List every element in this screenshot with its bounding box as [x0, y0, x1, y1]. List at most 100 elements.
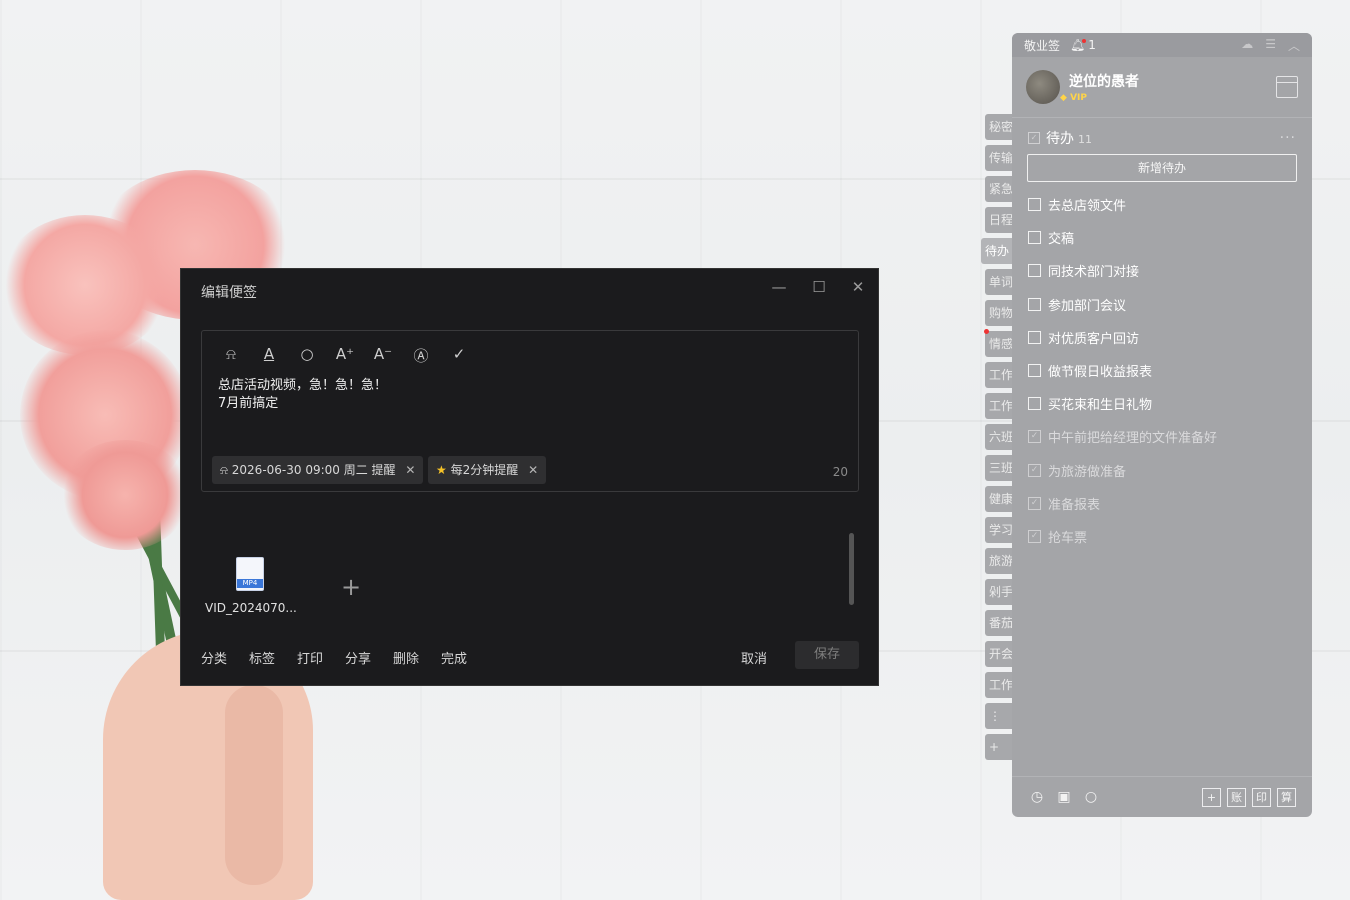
add-todo-button[interactable]: 新增待办 [1027, 154, 1297, 182]
reminder-chip[interactable]: ⍾ 2026-06-30 09:00 周二 提醒 ✕ [212, 456, 424, 484]
search-icon[interactable]: ○ [1082, 788, 1100, 806]
todo-text: 做节假日收益报表 [1048, 365, 1153, 381]
todo-text: 准备报表 [1048, 497, 1101, 513]
calendar-icon[interactable] [1276, 76, 1298, 98]
format-clear-icon[interactable]: Ⓐ [410, 345, 432, 366]
tab-3[interactable]: 日程 [985, 207, 1012, 233]
todo-checkbox[interactable] [1028, 330, 1041, 344]
action-button-2[interactable]: 打印 [297, 648, 323, 667]
section-title: 待办 [1046, 131, 1074, 147]
todo-item[interactable]: 去总店领文件 [1012, 188, 1312, 221]
bottom-tool-button[interactable]: 算 [1277, 787, 1296, 807]
app-name: 敬业签 [1024, 38, 1061, 53]
todo-item[interactable]: 对优质客户回访 [1012, 321, 1312, 354]
scrollbar[interactable] [849, 533, 854, 605]
maximize-button[interactable]: ☐ [809, 278, 829, 296]
bottom-tool-button[interactable]: + [1202, 787, 1221, 807]
tab-16[interactable]: 番茄 [985, 610, 1012, 636]
minimize-button[interactable]: — [769, 278, 789, 296]
action-button-1[interactable]: 标签 [249, 648, 275, 667]
cancel-button[interactable]: 取消 [741, 648, 767, 667]
save-button[interactable]: 保存 [795, 641, 859, 669]
add-attachment-button[interactable]: + [341, 573, 361, 601]
bottom-tool-button[interactable]: 印 [1252, 787, 1271, 807]
bottom-tool-buttons: + 账印算 [1202, 787, 1296, 807]
font-color-icon[interactable]: A [258, 345, 280, 363]
todo-checkbox[interactable]: ✓ [1028, 430, 1041, 444]
note-editor-area[interactable]: ⍾ A ○ A⁺ A⁻ Ⓐ ✓ 总店活动视频，急！急！急！ 7月前搞定 ⍾ 20… [201, 330, 859, 492]
tab-20[interactable]: + [985, 734, 1012, 760]
action-button-5[interactable]: 完成 [441, 648, 467, 667]
todo-checkbox[interactable] [1028, 364, 1041, 378]
tab-5[interactable]: 单词 [985, 269, 1012, 295]
tab-0[interactable]: 秘密 [985, 114, 1012, 140]
tab-18[interactable]: 工作 [985, 672, 1012, 698]
todo-item[interactable]: 买花束和生日礼物 [1012, 387, 1312, 420]
tab-17[interactable]: 开会 [985, 641, 1012, 667]
star-icon: ★ [436, 463, 447, 477]
todo-item[interactable]: 交稿 [1012, 221, 1312, 254]
todo-checkbox[interactable] [1028, 198, 1041, 212]
todo-item[interactable]: ✓ 准备报表 [1012, 487, 1312, 520]
note-content[interactable]: 总店活动视频，急！急！急！ 7月前搞定 [218, 377, 387, 413]
tab-8[interactable]: 工作 [985, 362, 1012, 388]
user-profile[interactable]: 逆位的愚者 ◆ VIP [1012, 57, 1312, 118]
remove-repeat-icon[interactable]: ✕ [528, 463, 538, 477]
archive-icon[interactable]: ▣ [1055, 788, 1073, 806]
todo-checkbox[interactable]: ✓ [1028, 463, 1041, 477]
todo-item[interactable]: 参加部门会议 [1012, 288, 1312, 321]
tab-12[interactable]: 健康 [985, 486, 1012, 512]
action-button-3[interactable]: 分享 [345, 648, 371, 667]
bottom-tool-button[interactable]: 账 [1227, 787, 1246, 807]
todo-checkbox[interactable] [1028, 231, 1041, 245]
tab-10[interactable]: 六班 [985, 424, 1012, 450]
widget-title-bar[interactable]: 敬业签 🔔︎ 1 ☁ ☰ ︿ [1012, 33, 1312, 57]
tab-6[interactable]: 购物 [985, 300, 1012, 326]
todo-text: 交稿 [1048, 232, 1075, 248]
clock-icon[interactable]: ◷ [1028, 788, 1046, 806]
todo-text: 抢车票 [1048, 530, 1088, 546]
tab-19[interactable]: ⋮ [985, 703, 1012, 729]
todo-item[interactable]: 做节假日收益报表 [1012, 354, 1312, 387]
font-decrease-icon[interactable]: A⁻ [372, 345, 394, 363]
todo-text: 中午前把给经理的文件准备好 [1048, 431, 1218, 447]
avatar[interactable] [1026, 70, 1060, 104]
tab-2[interactable]: 紧急 [985, 176, 1012, 202]
menu-icon[interactable]: ☰ [1265, 37, 1276, 54]
tab-15[interactable]: 剁手 [985, 579, 1012, 605]
todo-checkbox[interactable] [1028, 297, 1041, 311]
repeat-chip[interactable]: ★ 每2分钟提醒 ✕ [428, 456, 547, 484]
action-button-0[interactable]: 分类 [201, 648, 227, 667]
todo-item[interactable]: 同技术部门对接 [1012, 254, 1312, 287]
todo-checkbox[interactable] [1028, 397, 1041, 411]
action-button-4[interactable]: 删除 [393, 648, 419, 667]
close-button[interactable]: ✕ [848, 278, 868, 296]
font-increase-icon[interactable]: A⁺ [334, 345, 356, 363]
vip-label: VIP [1070, 93, 1087, 103]
edit-note-dialog: 编辑便签 — ☐ ✕ ⍾ A ○ A⁺ A⁻ Ⓐ ✓ 总店活动视频，急！急！急！… [180, 268, 879, 686]
todo-checkbox[interactable]: ✓ [1028, 529, 1041, 543]
todo-item[interactable]: ✓ 中午前把给经理的文件准备好 [1012, 420, 1312, 453]
tab-4[interactable]: 待办 [981, 238, 1012, 264]
tab-9[interactable]: 工作 [985, 393, 1012, 419]
todo-checkbox[interactable]: ✓ [1028, 496, 1041, 510]
bell-icon[interactable]: ⍾ [220, 345, 242, 363]
check-icon[interactable]: ✓ [448, 345, 470, 363]
tab-11[interactable]: 三班 [985, 455, 1012, 481]
tab-13[interactable]: 学习 [985, 517, 1012, 543]
attachment-item[interactable]: MP4 VID_2024070... [205, 557, 297, 615]
todo-checkbox[interactable] [1028, 264, 1041, 278]
todo-item[interactable]: ✓ 为旅游做准备 [1012, 454, 1312, 487]
search-icon[interactable]: ○ [296, 345, 318, 363]
remove-reminder-icon[interactable]: ✕ [405, 463, 415, 477]
tab-7[interactable]: 情感 [985, 331, 1012, 357]
todo-item[interactable]: ✓ 抢车票 [1012, 520, 1312, 553]
tab-1[interactable]: 传输 [985, 145, 1012, 171]
tab-14[interactable]: 旅游 [985, 548, 1012, 574]
todo-text: 为旅游做准备 [1048, 464, 1127, 480]
bell-icon[interactable]: 🔔︎ [1070, 38, 1087, 52]
cloud-sync-icon[interactable]: ☁ [1241, 37, 1253, 54]
more-options-icon[interactable]: ··· [1280, 130, 1296, 146]
collapse-icon[interactable]: ︿ [1288, 37, 1300, 54]
repeat-chip-label: 每2分钟提醒 [450, 463, 519, 477]
